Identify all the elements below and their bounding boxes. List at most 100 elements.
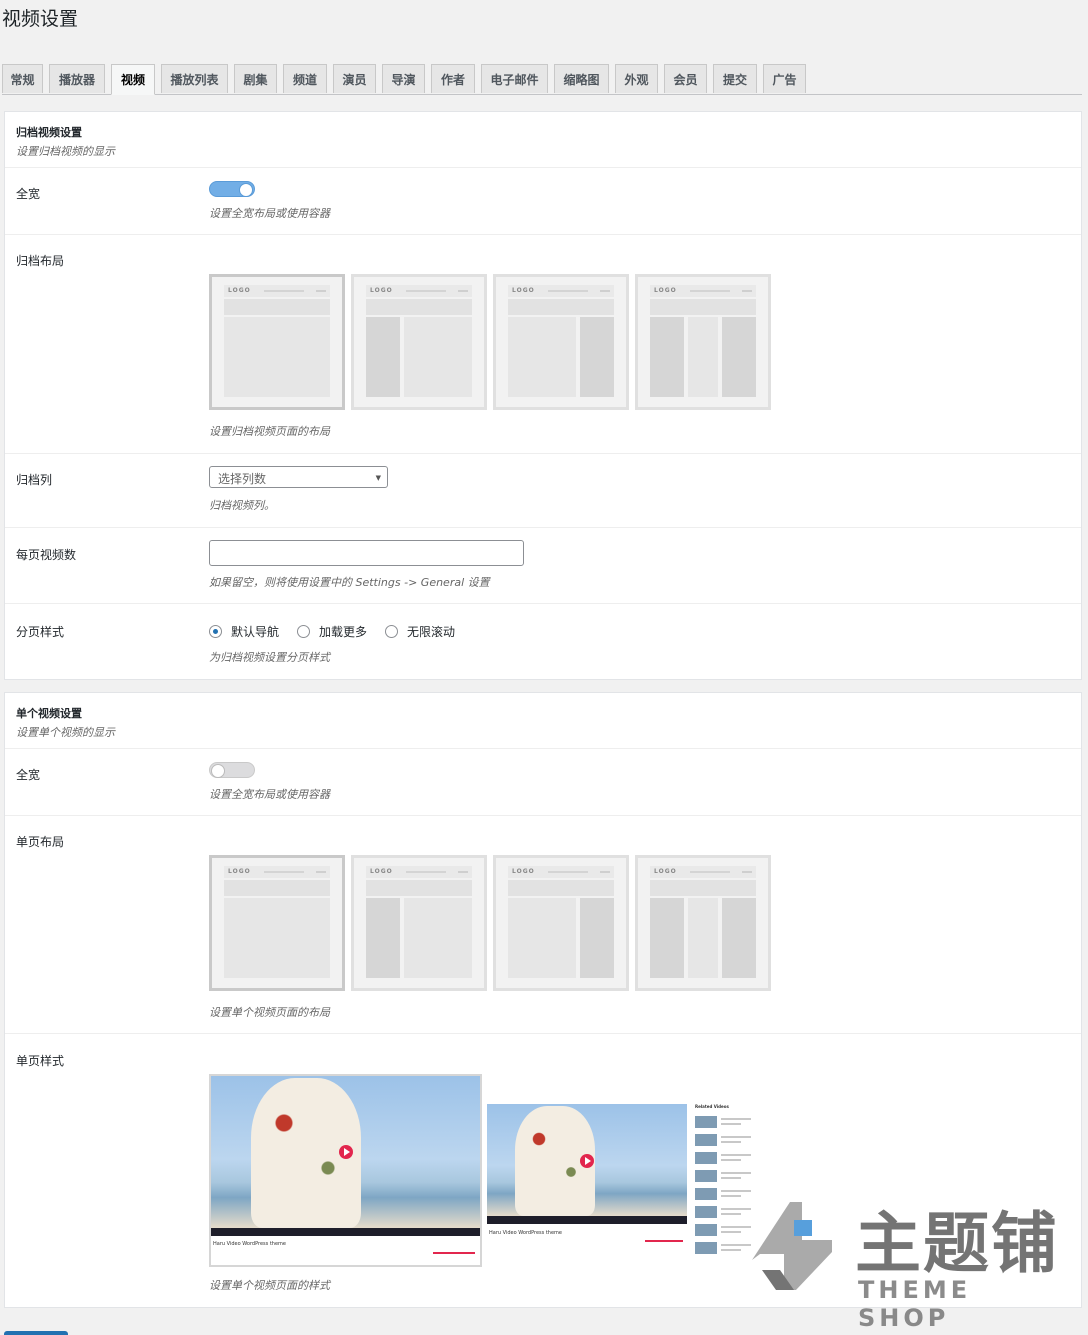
radio-button[interactable] (209, 625, 222, 638)
single-style-option-1[interactable]: Haru Video WordPress theme (209, 1074, 482, 1267)
video-controls-bar (211, 1228, 480, 1236)
layout-header: LOGO (650, 866, 756, 878)
single-layout-desc: 设置单个视频页面的布局 (209, 1006, 330, 1019)
archive-columns-row: 归档列 选择列数 ▼ 归档视频列。 (5, 454, 1081, 528)
layout-icons (742, 290, 752, 292)
archive-fullwidth-label: 全宽 (16, 187, 41, 201)
layout-right-sidebar-option[interactable]: LOGO (493, 855, 629, 991)
archive-fullwidth-toggle[interactable] (209, 181, 255, 197)
layout-header: LOGO (508, 866, 614, 878)
layout-nav (690, 871, 730, 873)
tab-thumbnails[interactable]: 缩略图 (554, 64, 609, 93)
tab-submission[interactable]: 提交 (713, 64, 757, 93)
layout-nav (264, 290, 304, 292)
related-line (721, 1172, 751, 1174)
archive-layout-row: 归档布局 LOGO LOGO LOGO LOGO 设置归档视频页面的布局 (5, 235, 1081, 454)
tab-series[interactable]: 剧集 (234, 64, 277, 93)
archive-settings-desc: 设置归档视频的显示 (16, 145, 115, 158)
archive-fullwidth-desc: 设置全宽布局或使用容器 (209, 207, 330, 220)
per-page-row: 每页视频数 如果留空，则将使用设置中的 Settings -> General … (5, 528, 1081, 604)
tab-director[interactable]: 导演 (382, 64, 425, 93)
tab-video[interactable]: 视频 (111, 64, 155, 95)
layout-left-sidebar-option[interactable]: LOGO (351, 274, 487, 410)
pagination-default-option[interactable]: 默认导航 (209, 623, 279, 640)
pagination-load-more-option[interactable]: 加载更多 (297, 623, 367, 640)
layout-icons (458, 871, 468, 873)
layout-left-sidebar (650, 317, 684, 397)
layout-both-sidebars-option[interactable]: LOGO (635, 855, 771, 991)
archive-layout-label: 归档布局 (16, 254, 65, 268)
layout-sidebar (366, 317, 400, 397)
single-fullwidth-toggle[interactable] (209, 762, 255, 778)
layout-logo: LOGO (654, 868, 677, 875)
single-style-option-2[interactable]: Haru Video WordPress theme Related Video… (487, 1104, 759, 1258)
select-placeholder: 选择列数 (218, 472, 267, 486)
tab-actor[interactable]: 演员 (333, 64, 376, 93)
save-button[interactable] (4, 1331, 68, 1335)
layout-icons (600, 871, 610, 873)
layout-icons (316, 290, 326, 292)
layout-subheader (508, 880, 614, 896)
tab-playlist[interactable]: 播放列表 (161, 64, 228, 93)
tab-membership[interactable]: 会员 (664, 64, 707, 93)
radio-button[interactable] (385, 625, 399, 638)
layout-left-sidebar-option[interactable]: LOGO (351, 855, 487, 991)
related-thumb (695, 1206, 717, 1218)
per-page-input[interactable] (209, 540, 524, 566)
related-line (721, 1177, 741, 1179)
tab-email[interactable]: 电子邮件 (481, 64, 548, 93)
layout-header: LOGO (224, 866, 330, 878)
layout-content (688, 317, 718, 397)
archive-fullwidth-row: 全宽 设置全宽布局或使用容器 (5, 168, 1081, 235)
layout-nav (406, 290, 446, 292)
related-line (721, 1195, 741, 1197)
layout-sidebar (366, 898, 400, 978)
single-settings-desc: 设置单个视频的显示 (16, 726, 115, 739)
per-page-label: 每页视频数 (16, 548, 77, 562)
tab-appearance[interactable]: 外观 (615, 64, 658, 93)
related-thumb (695, 1242, 717, 1254)
layout-logo: LOGO (370, 868, 393, 875)
video-caption: Haru Video WordPress theme (489, 1230, 562, 1236)
tab-general[interactable]: 常规 (2, 64, 43, 93)
progress-indicator (433, 1252, 475, 1254)
theme-shop-logo-icon (752, 1202, 832, 1290)
layout-content (508, 898, 576, 978)
layout-full-width-option[interactable]: LOGO (209, 855, 345, 991)
layout-content (508, 317, 576, 397)
archive-columns-select[interactable]: 选择列数 ▼ (209, 466, 388, 488)
tab-player[interactable]: 播放器 (49, 64, 105, 93)
related-line (721, 1118, 751, 1120)
layout-right-sidebar-option[interactable]: LOGO (493, 274, 629, 410)
layout-header: LOGO (366, 285, 472, 297)
pagination-infinite-scroll-option[interactable]: 无限滚动 (385, 623, 455, 640)
tab-ads[interactable]: 广告 (763, 64, 806, 93)
single-layout-row: 单页布局 LOGO LOGO LOGO LOGO 设置单个视频页面的布局 (5, 816, 1081, 1034)
layout-both-sidebars-option[interactable]: LOGO (635, 274, 771, 410)
video-caption: Haru Video WordPress theme (213, 1241, 286, 1247)
chevron-down-icon: ▼ (375, 474, 381, 482)
layout-full-width-option[interactable]: LOGO (209, 274, 345, 410)
tab-author[interactable]: 作者 (431, 64, 475, 93)
layout-content (404, 317, 472, 397)
radio-button[interactable] (297, 625, 311, 638)
pagination-options: 默认导航 加载更多 无限滚动 (209, 623, 473, 640)
single-style-desc: 设置单个视频页面的样式 (209, 1279, 330, 1292)
related-thumb (695, 1188, 717, 1200)
layout-nav (406, 871, 446, 873)
single-settings-header: 单个视频设置 设置单个视频的显示 (5, 693, 1081, 749)
layout-icons (458, 290, 468, 292)
layout-logo: LOGO (654, 287, 677, 294)
layout-content (404, 898, 472, 978)
layout-nav (264, 871, 304, 873)
related-line (721, 1159, 741, 1161)
layout-content (688, 898, 718, 978)
layout-header: LOGO (366, 866, 472, 878)
pagination-desc: 为归档视频设置分页样式 (209, 651, 330, 664)
related-thumb (695, 1170, 717, 1182)
tab-channel[interactable]: 频道 (283, 64, 327, 93)
related-video-item (695, 1134, 757, 1148)
related-thumb (695, 1134, 717, 1146)
layout-sidebar (580, 898, 614, 978)
related-video-item (695, 1170, 757, 1184)
